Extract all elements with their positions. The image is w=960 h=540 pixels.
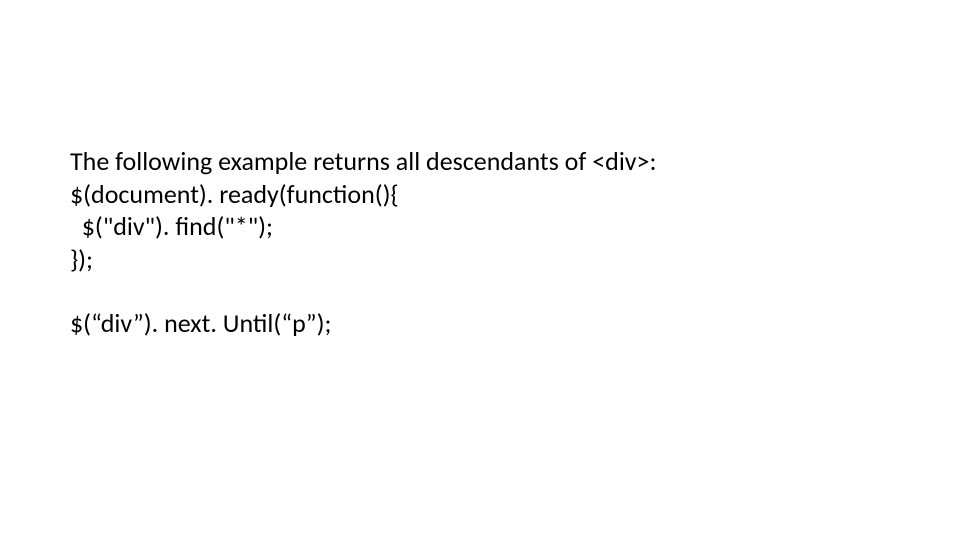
intro-text: The following example returns all descen… bbox=[70, 145, 890, 178]
extra-block: $(“div”). next. Until(“p”); bbox=[70, 307, 890, 340]
intro-block: The following example returns all descen… bbox=[70, 145, 890, 275]
code-line-1: $(document). ready(function(){ bbox=[70, 178, 890, 211]
code-line-3: }); bbox=[70, 243, 890, 276]
slide-content: The following example returns all descen… bbox=[0, 0, 960, 540]
code-line-2: $("div"). find("*"); bbox=[70, 210, 890, 243]
extra-code-line: $(“div”). next. Until(“p”); bbox=[70, 307, 890, 340]
